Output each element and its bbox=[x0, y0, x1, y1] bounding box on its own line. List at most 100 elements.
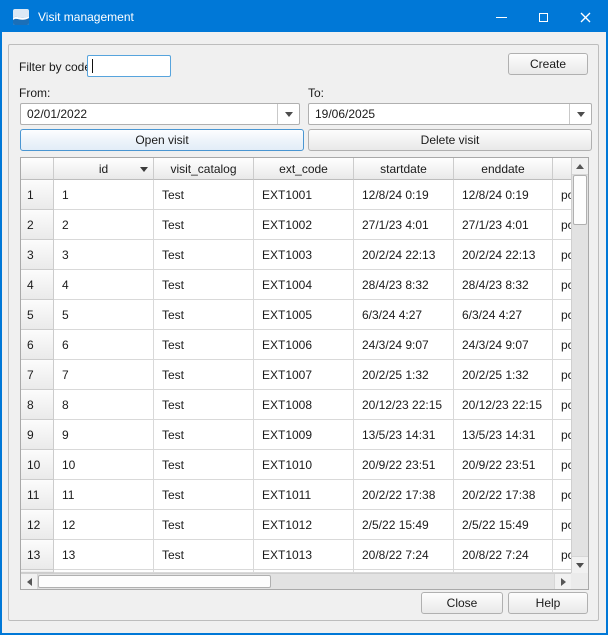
table-cell[interactable]: EXT1011 bbox=[254, 480, 354, 510]
table-cell[interactable]: Test bbox=[154, 480, 254, 510]
table-cell[interactable]: EXT1009 bbox=[254, 420, 354, 450]
table-cell[interactable]: 5 bbox=[54, 300, 154, 330]
open-visit-button[interactable]: Open visit bbox=[20, 129, 304, 151]
table-cell[interactable]: 12/8/24 0:19 bbox=[454, 180, 553, 210]
table-cell[interactable]: Test bbox=[154, 360, 254, 390]
table-cell[interactable]: 27/1/23 4:01 bbox=[354, 210, 454, 240]
scroll-left-button[interactable] bbox=[21, 574, 38, 589]
titlebar[interactable]: Visit management bbox=[2, 2, 606, 32]
row-header-cell[interactable]: 6 bbox=[21, 330, 54, 360]
row-header-cell[interactable]: 12 bbox=[21, 510, 54, 540]
table-row[interactable]: 22TestEXT100227/1/23 4:0127/1/23 4:01pos bbox=[21, 210, 571, 240]
table-cell[interactable]: 20/12/23 22:15 bbox=[454, 390, 553, 420]
horizontal-scrollbar[interactable] bbox=[21, 573, 571, 589]
row-header-cell[interactable]: 2 bbox=[21, 210, 54, 240]
table-cell[interactable]: pos bbox=[553, 240, 571, 270]
table-cell[interactable]: EXT1010 bbox=[254, 450, 354, 480]
table-cell[interactable]: 20/2/24 22:13 bbox=[454, 240, 553, 270]
table-row[interactable]: 33TestEXT100320/2/24 22:1320/2/24 22:13p… bbox=[21, 240, 571, 270]
row-header-cell[interactable]: 13 bbox=[21, 540, 54, 570]
table-row[interactable]: 99TestEXT100913/5/23 14:3113/5/23 14:31p… bbox=[21, 420, 571, 450]
column-header-visit_catalog[interactable]: visit_catalog bbox=[154, 158, 254, 180]
table-cell[interactable]: 27/1/23 4:01 bbox=[454, 210, 553, 240]
table-cell[interactable]: 2/5/22 15:49 bbox=[354, 510, 454, 540]
table-cell[interactable]: pos bbox=[553, 300, 571, 330]
table-cell[interactable]: 13/5/23 14:31 bbox=[354, 420, 454, 450]
table-cell[interactable]: 24/3/24 9:07 bbox=[354, 330, 454, 360]
table-cell[interactable]: 20/12/23 22:15 bbox=[354, 390, 454, 420]
table-cell[interactable]: pos bbox=[553, 510, 571, 540]
table-cell[interactable]: pos bbox=[553, 480, 571, 510]
table-row[interactable]: 1313TestEXT101320/8/22 7:2420/8/22 7:24p… bbox=[21, 540, 571, 570]
filter-by-code-input[interactable] bbox=[87, 55, 171, 77]
table-row[interactable]: 55TestEXT10056/3/24 4:276/3/24 4:27pos bbox=[21, 300, 571, 330]
column-header-ext_code[interactable]: ext_code bbox=[254, 158, 354, 180]
table-cell[interactable]: Test bbox=[154, 450, 254, 480]
table-cell[interactable]: 24/3/24 9:07 bbox=[454, 330, 553, 360]
table-cell[interactable]: Test bbox=[154, 180, 254, 210]
table-cell[interactable]: 28/4/23 8:32 bbox=[454, 270, 553, 300]
row-header-cell[interactable]: 1 bbox=[21, 180, 54, 210]
table-cell[interactable]: 13 bbox=[54, 540, 154, 570]
table-cell[interactable]: EXT1013 bbox=[254, 540, 354, 570]
table-cell[interactable]: Test bbox=[154, 270, 254, 300]
create-button[interactable]: Create bbox=[508, 53, 588, 75]
table-cell[interactable]: 20/2/22 17:38 bbox=[454, 480, 553, 510]
table-cell[interactable]: Test bbox=[154, 420, 254, 450]
table-row[interactable]: 44TestEXT100428/4/23 8:3228/4/23 8:32pos bbox=[21, 270, 571, 300]
table-cell[interactable]: EXT1005 bbox=[254, 300, 354, 330]
table-cell[interactable]: 3 bbox=[54, 240, 154, 270]
table-cell[interactable]: EXT1002 bbox=[254, 210, 354, 240]
table-cell[interactable]: pos bbox=[553, 270, 571, 300]
table-cell[interactable]: 2 bbox=[54, 210, 154, 240]
table-cell[interactable]: EXT1006 bbox=[254, 330, 354, 360]
row-header-cell[interactable]: 10 bbox=[21, 450, 54, 480]
table-cell[interactable]: 6/3/24 4:27 bbox=[454, 300, 553, 330]
table-cell[interactable]: 12/8/24 0:19 bbox=[354, 180, 454, 210]
table-cell[interactable]: pos bbox=[553, 210, 571, 240]
table-cell[interactable]: Test bbox=[154, 390, 254, 420]
scroll-down-button[interactable] bbox=[572, 556, 588, 573]
row-header-cell[interactable]: 9 bbox=[21, 420, 54, 450]
table-cell[interactable]: 13/5/23 14:31 bbox=[454, 420, 553, 450]
table-cell[interactable]: pos bbox=[553, 420, 571, 450]
table-cell[interactable]: 20/2/25 1:32 bbox=[454, 360, 553, 390]
row-header-cell[interactable]: 8 bbox=[21, 390, 54, 420]
table-cell[interactable]: 20/9/22 23:51 bbox=[454, 450, 553, 480]
table-cell[interactable]: 8 bbox=[54, 390, 154, 420]
to-date-dropdown-button[interactable] bbox=[569, 104, 591, 124]
table-cell[interactable]: EXT1003 bbox=[254, 240, 354, 270]
vertical-scrollbar-thumb[interactable] bbox=[573, 175, 587, 225]
table-row[interactable]: 66TestEXT100624/3/24 9:0724/3/24 9:07pos bbox=[21, 330, 571, 360]
table-cell[interactable]: 10 bbox=[54, 450, 154, 480]
table-cell[interactable]: Test bbox=[154, 210, 254, 240]
from-date-dropdown-button[interactable] bbox=[277, 104, 299, 124]
table-row[interactable]: 88TestEXT100820/12/23 22:1520/12/23 22:1… bbox=[21, 390, 571, 420]
table-cell[interactable]: Test bbox=[154, 510, 254, 540]
table-cell[interactable]: 2/5/22 15:49 bbox=[454, 510, 553, 540]
horizontal-scrollbar-thumb[interactable] bbox=[38, 575, 271, 588]
table-cell[interactable]: Test bbox=[154, 330, 254, 360]
table-cell[interactable]: pos bbox=[553, 540, 571, 570]
table-cell[interactable]: EXT1004 bbox=[254, 270, 354, 300]
table-cell[interactable]: 1 bbox=[54, 180, 154, 210]
scroll-right-button[interactable] bbox=[554, 574, 571, 589]
table-cell[interactable]: 7 bbox=[54, 360, 154, 390]
scroll-up-button[interactable] bbox=[572, 158, 588, 175]
table-cell[interactable]: 12 bbox=[54, 510, 154, 540]
vertical-scrollbar[interactable] bbox=[571, 158, 588, 573]
table-cell[interactable]: 20/2/24 22:13 bbox=[354, 240, 454, 270]
table-row[interactable]: 1010TestEXT101020/9/22 23:5120/9/22 23:5… bbox=[21, 450, 571, 480]
row-header-cell[interactable]: 11 bbox=[21, 480, 54, 510]
table-cell[interactable]: EXT1001 bbox=[254, 180, 354, 210]
table-row[interactable]: 11TestEXT100112/8/24 0:1912/8/24 0:19pos bbox=[21, 180, 571, 210]
help-button[interactable]: Help bbox=[508, 592, 588, 614]
table-row[interactable]: 77TestEXT100720/2/25 1:3220/2/25 1:32pos bbox=[21, 360, 571, 390]
row-header-cell[interactable]: 4 bbox=[21, 270, 54, 300]
table-cell[interactable]: pos bbox=[553, 180, 571, 210]
from-date-combobox[interactable]: 02/01/2022 bbox=[20, 103, 300, 125]
table-cell[interactable]: pos bbox=[553, 360, 571, 390]
table-row[interactable]: 1212TestEXT10122/5/22 15:492/5/22 15:49p… bbox=[21, 510, 571, 540]
row-header-cell[interactable]: 3 bbox=[21, 240, 54, 270]
column-header-enddate[interactable]: enddate bbox=[454, 158, 553, 180]
